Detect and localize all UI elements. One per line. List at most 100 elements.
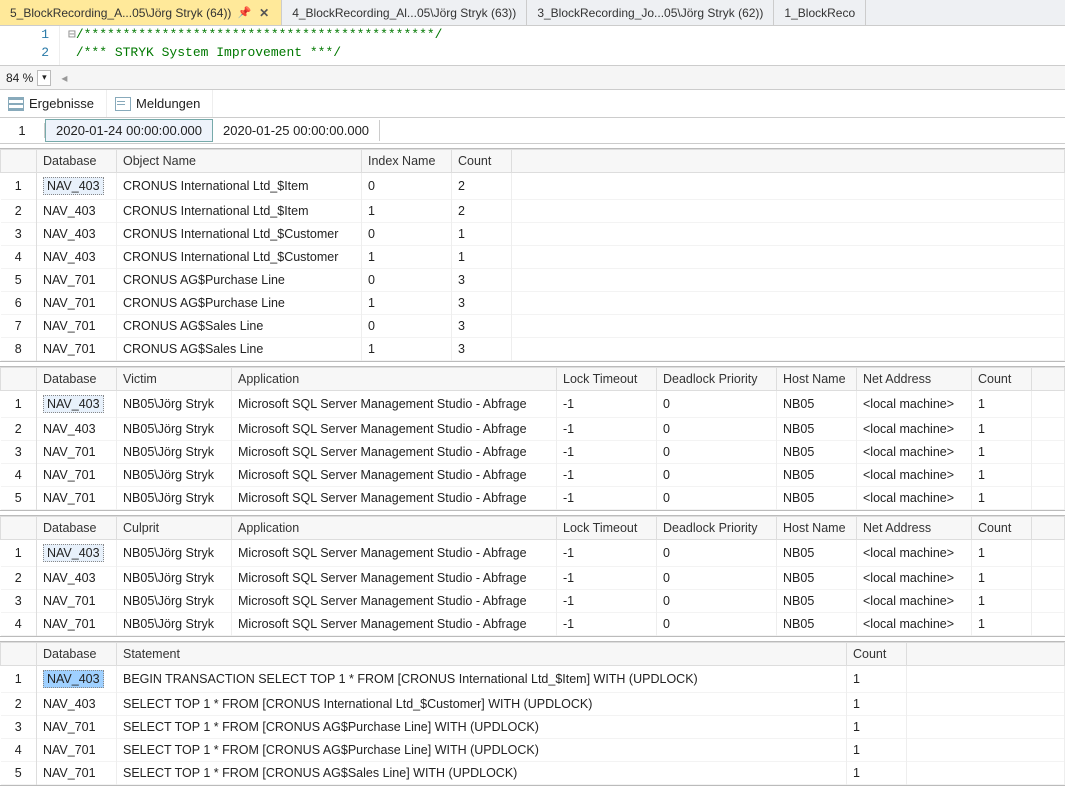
date-cell[interactable]: 2020-01-25 00:00:00.000 (213, 120, 380, 141)
cell[interactable]: NAV_403 (37, 540, 117, 567)
cell[interactable]: 1 (847, 716, 907, 739)
cell[interactable]: 0 (657, 391, 777, 418)
cell[interactable]: -1 (557, 567, 657, 590)
column-header[interactable]: Deadlock Priority (657, 368, 777, 391)
cell[interactable]: 1 (972, 464, 1032, 487)
cell[interactable]: <local machine> (857, 391, 972, 418)
cell[interactable]: NB05 (777, 590, 857, 613)
results-grid[interactable]: DatabaseCulpritApplicationLock TimeoutDe… (0, 515, 1065, 637)
cell[interactable]: NB05 (777, 613, 857, 636)
cell[interactable]: 3 (452, 292, 512, 315)
tab-item[interactable]: 4_BlockRecording_Al...05\Jörg Stryk (63)… (282, 0, 527, 25)
cell[interactable]: 1 (972, 487, 1032, 510)
cell[interactable]: CRONUS International Ltd_$Customer (117, 223, 362, 246)
cell[interactable]: CRONUS AG$Sales Line (117, 338, 362, 361)
table-row[interactable]: 8NAV_701CRONUS AG$Sales Line13 (1, 338, 1065, 361)
cell[interactable]: NAV_403 (37, 246, 117, 269)
cell[interactable]: NB05 (777, 567, 857, 590)
results-grid[interactable]: DatabaseStatementCount1NAV_403BEGIN TRAN… (0, 641, 1065, 786)
zoom-dropdown[interactable]: ▾ (37, 70, 51, 86)
cell[interactable]: 1 (847, 739, 907, 762)
column-header[interactable]: Net Address (857, 517, 972, 540)
column-header[interactable]: Count (972, 517, 1032, 540)
cell[interactable]: 1 (362, 246, 452, 269)
cell[interactable]: -1 (557, 464, 657, 487)
cell[interactable]: NB05\Jörg Stryk (117, 567, 232, 590)
column-header[interactable]: Database (37, 368, 117, 391)
cell[interactable]: 0 (657, 441, 777, 464)
cell[interactable]: NAV_403 (37, 173, 117, 200)
cell[interactable]: <local machine> (857, 540, 972, 567)
pin-icon[interactable]: 📌 (237, 6, 251, 19)
table-row[interactable]: 4NAV_403CRONUS International Ltd_$Custom… (1, 246, 1065, 269)
table-row[interactable]: 2NAV_403SELECT TOP 1 * FROM [CRONUS Inte… (1, 693, 1065, 716)
cell[interactable]: Microsoft SQL Server Management Studio -… (232, 590, 557, 613)
cell[interactable]: <local machine> (857, 418, 972, 441)
table-row[interactable]: 5NAV_701NB05\Jörg StrykMicrosoft SQL Ser… (1, 487, 1065, 510)
table-row[interactable]: 3NAV_701NB05\Jörg StrykMicrosoft SQL Ser… (1, 590, 1065, 613)
cell[interactable]: NB05\Jörg Stryk (117, 391, 232, 418)
table-row[interactable]: 5NAV_701CRONUS AG$Purchase Line03 (1, 269, 1065, 292)
date-cell-selected[interactable]: 2020-01-24 00:00:00.000 (45, 119, 213, 142)
tab-active[interactable]: 5_BlockRecording_A...05\Jörg Stryk (64))… (0, 0, 282, 25)
column-header[interactable]: Database (37, 517, 117, 540)
cell[interactable]: 1 (362, 200, 452, 223)
cell[interactable]: NAV_403 (37, 223, 117, 246)
code-area[interactable]: ⊟/**************************************… (60, 26, 443, 65)
table-row[interactable]: 5NAV_701SELECT TOP 1 * FROM [CRONUS AG$S… (1, 762, 1065, 785)
cell[interactable]: <local machine> (857, 613, 972, 636)
cell[interactable]: 1 (362, 338, 452, 361)
cell[interactable]: 1 (972, 418, 1032, 441)
cell[interactable]: CRONUS International Ltd_$Item (117, 173, 362, 200)
cell[interactable]: NAV_701 (37, 739, 117, 762)
close-icon[interactable]: ✕ (257, 6, 271, 20)
table-row[interactable]: 2NAV_403NB05\Jörg StrykMicrosoft SQL Ser… (1, 418, 1065, 441)
cell[interactable]: NAV_403 (37, 693, 117, 716)
cell[interactable]: Microsoft SQL Server Management Studio -… (232, 567, 557, 590)
cell[interactable]: 0 (657, 464, 777, 487)
column-header[interactable]: Application (232, 368, 557, 391)
cell[interactable]: 0 (362, 173, 452, 200)
cell[interactable]: <local machine> (857, 590, 972, 613)
cell[interactable]: 2 (452, 173, 512, 200)
tab-messages[interactable]: Meldungen (107, 90, 213, 117)
cell[interactable]: -1 (557, 418, 657, 441)
cell[interactable]: NAV_701 (37, 292, 117, 315)
cell[interactable]: NAV_403 (37, 666, 117, 693)
column-header[interactable]: Deadlock Priority (657, 517, 777, 540)
cell[interactable]: 1 (972, 590, 1032, 613)
cell[interactable]: SELECT TOP 1 * FROM [CRONUS AG$Purchase … (117, 739, 847, 762)
tab-item[interactable]: 1_BlockReco (774, 0, 866, 25)
cell[interactable]: NAV_701 (37, 315, 117, 338)
cell[interactable]: CRONUS AG$Purchase Line (117, 269, 362, 292)
scroll-left-icon[interactable]: ◂ (61, 71, 67, 85)
cell[interactable]: 1 (847, 693, 907, 716)
column-header[interactable]: Lock Timeout (557, 368, 657, 391)
column-header[interactable]: Host Name (777, 368, 857, 391)
cell[interactable]: NB05 (777, 464, 857, 487)
column-header[interactable]: Database (37, 150, 117, 173)
cell[interactable]: 1 (847, 666, 907, 693)
cell[interactable]: NB05 (777, 487, 857, 510)
column-header[interactable]: Object Name (117, 150, 362, 173)
cell[interactable]: SELECT TOP 1 * FROM [CRONUS AG$Purchase … (117, 716, 847, 739)
column-header[interactable]: Database (37, 643, 117, 666)
table-row[interactable]: 6NAV_701CRONUS AG$Purchase Line13 (1, 292, 1065, 315)
cell[interactable]: -1 (557, 590, 657, 613)
table-row[interactable]: 1NAV_403BEGIN TRANSACTION SELECT TOP 1 *… (1, 666, 1065, 693)
cell[interactable]: 1 (972, 391, 1032, 418)
table-row[interactable]: 3NAV_701NB05\Jörg StrykMicrosoft SQL Ser… (1, 441, 1065, 464)
cell[interactable]: 0 (657, 613, 777, 636)
cell[interactable]: Microsoft SQL Server Management Studio -… (232, 441, 557, 464)
cell[interactable]: 1 (452, 223, 512, 246)
cell[interactable]: Microsoft SQL Server Management Studio -… (232, 418, 557, 441)
cell[interactable]: 0 (657, 487, 777, 510)
cell[interactable]: 0 (657, 567, 777, 590)
cell[interactable]: Microsoft SQL Server Management Studio -… (232, 464, 557, 487)
results-grid[interactable]: DatabaseVictimApplicationLock TimeoutDea… (0, 366, 1065, 511)
cell[interactable]: NAV_701 (37, 338, 117, 361)
table-row[interactable]: 4NAV_701NB05\Jörg StrykMicrosoft SQL Ser… (1, 613, 1065, 636)
cell[interactable]: NAV_701 (37, 464, 117, 487)
cell[interactable]: Microsoft SQL Server Management Studio -… (232, 487, 557, 510)
cell[interactable]: NB05 (777, 418, 857, 441)
